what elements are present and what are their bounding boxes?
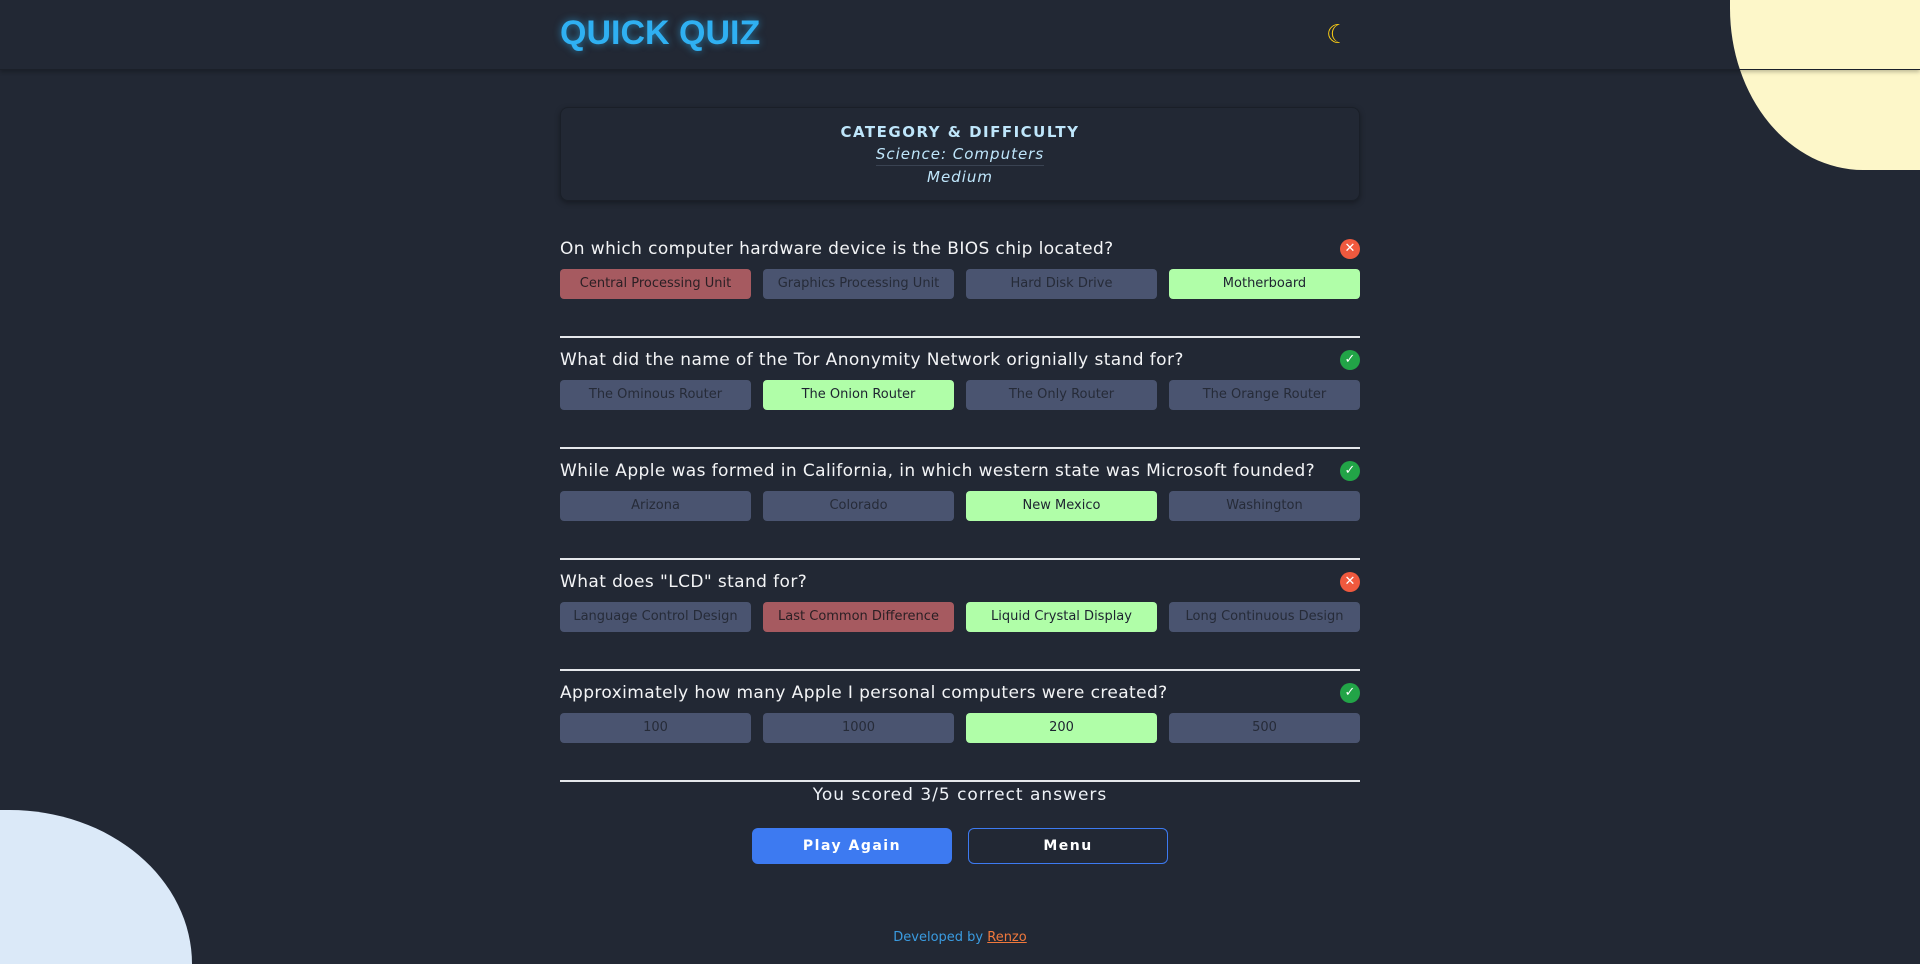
difficulty: Medium xyxy=(927,168,993,186)
answer-option[interactable]: Long Continuous Design xyxy=(1169,602,1360,632)
answer-option[interactable]: The Onion Router xyxy=(763,380,954,410)
answer-option[interactable]: Language Control Design xyxy=(560,602,751,632)
question-block: While Apple was formed in California, in… xyxy=(560,449,1360,560)
footer-text: Developed by xyxy=(893,930,988,945)
answer-option[interactable]: Graphics Processing Unit xyxy=(763,269,954,299)
answer-option[interactable]: Hard Disk Drive xyxy=(966,269,1157,299)
menu-button[interactable]: Menu xyxy=(968,828,1168,864)
answer-option[interactable]: The Ominous Router xyxy=(560,380,751,410)
decorative-blob-bottom-left xyxy=(0,810,192,964)
question-text: While Apple was formed in California, in… xyxy=(560,461,1316,481)
answer-option[interactable]: 200 xyxy=(966,713,1157,743)
check-circle-icon: ✓ xyxy=(1340,461,1360,481)
answer-option[interactable]: 500 xyxy=(1169,713,1360,743)
answer-option[interactable]: Central Processing Unit xyxy=(560,269,751,299)
answer-options: Central Processing Unit Graphics Processi… xyxy=(560,269,1360,299)
answer-option[interactable]: 1000 xyxy=(763,713,954,743)
answer-options: Arizona Colorado New Mexico Washington xyxy=(560,491,1360,521)
play-again-button[interactable]: Play Again xyxy=(752,828,952,864)
answer-option[interactable]: Liquid Crystal Display xyxy=(966,602,1157,632)
category-card: CATEGORY & DIFFICULTY Science: Computers… xyxy=(560,107,1360,201)
score-text: You scored 3/5 correct answers xyxy=(812,785,1108,805)
question-text: Approximately how many Apple I personal … xyxy=(560,683,1168,703)
quiz-results: CATEGORY & DIFFICULTY Science: Computers… xyxy=(560,0,1360,964)
check-circle-icon: ✓ xyxy=(1340,350,1360,370)
answer-options: The Ominous Router The Onion Router The On… xyxy=(560,380,1360,410)
answer-option[interactable]: Motherboard xyxy=(1169,269,1360,299)
question-block: Approximately how many Apple I personal … xyxy=(560,671,1360,782)
x-circle-icon: ✕ xyxy=(1340,239,1360,259)
answer-option[interactable]: The Orange Router xyxy=(1169,380,1360,410)
footer: Developed by Renzo xyxy=(560,930,1360,945)
answer-option[interactable]: The Only Router xyxy=(966,380,1157,410)
question-block: What did the name of the Tor Anonymity N… xyxy=(560,338,1360,449)
author-link[interactable]: Renzo xyxy=(987,930,1026,945)
answer-option[interactable]: Last Common Difference xyxy=(763,602,954,632)
question-block: What does "LCD" stand for? ✕ Language Con… xyxy=(560,560,1360,671)
question-text: On which computer hardware device is the… xyxy=(560,239,1114,259)
question-text: What does "LCD" stand for? xyxy=(560,572,808,592)
answer-option[interactable]: Arizona xyxy=(560,491,751,521)
question-block: On which computer hardware device is the… xyxy=(560,227,1360,338)
x-circle-icon: ✕ xyxy=(1340,572,1360,592)
answer-option[interactable]: Washington xyxy=(1169,491,1360,521)
answer-option[interactable]: 100 xyxy=(560,713,751,743)
question-text: What did the name of the Tor Anonymity N… xyxy=(560,350,1184,370)
answer-option[interactable]: New Mexico xyxy=(966,491,1157,521)
check-circle-icon: ✓ xyxy=(1340,683,1360,703)
category-heading: CATEGORY & DIFFICULTY xyxy=(840,123,1080,141)
answer-option[interactable]: Colorado xyxy=(763,491,954,521)
category-name: Science: Computers xyxy=(875,145,1045,166)
answer-options: Language Control Design Last Common Diffe… xyxy=(560,602,1360,632)
answer-options: 100 1000 200 500 xyxy=(560,713,1360,743)
